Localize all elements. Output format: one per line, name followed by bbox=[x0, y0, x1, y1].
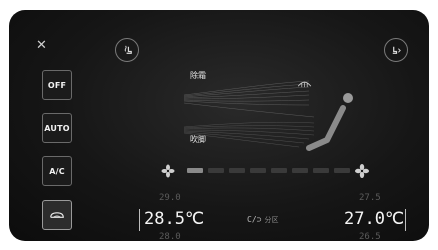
sync-label: 分区 bbox=[264, 216, 279, 224]
driver-temp-divider bbox=[139, 209, 140, 231]
seat-vent-icon bbox=[392, 46, 401, 54]
fan-speed-slider[interactable] bbox=[187, 168, 350, 174]
seat-vent-button[interactable] bbox=[384, 38, 408, 62]
seat-heat-button[interactable] bbox=[115, 38, 139, 62]
fan-seg bbox=[229, 168, 245, 173]
driver-temp-up[interactable]: 29.0 bbox=[159, 193, 181, 203]
passenger-temp-up[interactable]: 27.5 bbox=[359, 193, 381, 203]
recirculation-icon bbox=[50, 211, 64, 218]
driver-temp[interactable]: 28.5℃ bbox=[144, 209, 204, 229]
passenger-temp[interactable]: 27.0℃ bbox=[344, 209, 404, 229]
sync-toggle[interactable]: C/⊃ 分区 bbox=[247, 215, 278, 225]
seat-figure bbox=[306, 93, 353, 151]
off-button[interactable]: OFF bbox=[42, 70, 72, 100]
fan-seg bbox=[250, 168, 266, 173]
fan-seg bbox=[334, 168, 350, 173]
fan-high-icon[interactable] bbox=[355, 164, 369, 178]
driver-temp-down[interactable]: 28.0 bbox=[159, 232, 181, 241]
fan-seg bbox=[313, 168, 329, 173]
fan-seg bbox=[292, 168, 308, 173]
fan-seg bbox=[187, 168, 203, 173]
close-icon[interactable]: ✕ bbox=[36, 39, 47, 52]
ac-button[interactable]: A/C bbox=[42, 156, 72, 186]
fan-seg bbox=[208, 168, 224, 173]
passenger-temp-down[interactable]: 26.5 bbox=[359, 232, 381, 241]
fan-seg bbox=[271, 168, 287, 173]
seat-heat-icon bbox=[124, 45, 132, 54]
climate-screen: ✕ OFF AUTO A/C 除霜 吹脚 29.0 28.5℃ 28.0 C/⊃… bbox=[9, 10, 429, 241]
passenger-temp-divider bbox=[405, 209, 406, 231]
recirculation-button[interactable] bbox=[42, 200, 72, 230]
fan-low-icon[interactable] bbox=[161, 164, 175, 178]
sync-icon: C/⊃ bbox=[247, 215, 262, 224]
auto-button[interactable]: AUTO bbox=[42, 113, 72, 143]
